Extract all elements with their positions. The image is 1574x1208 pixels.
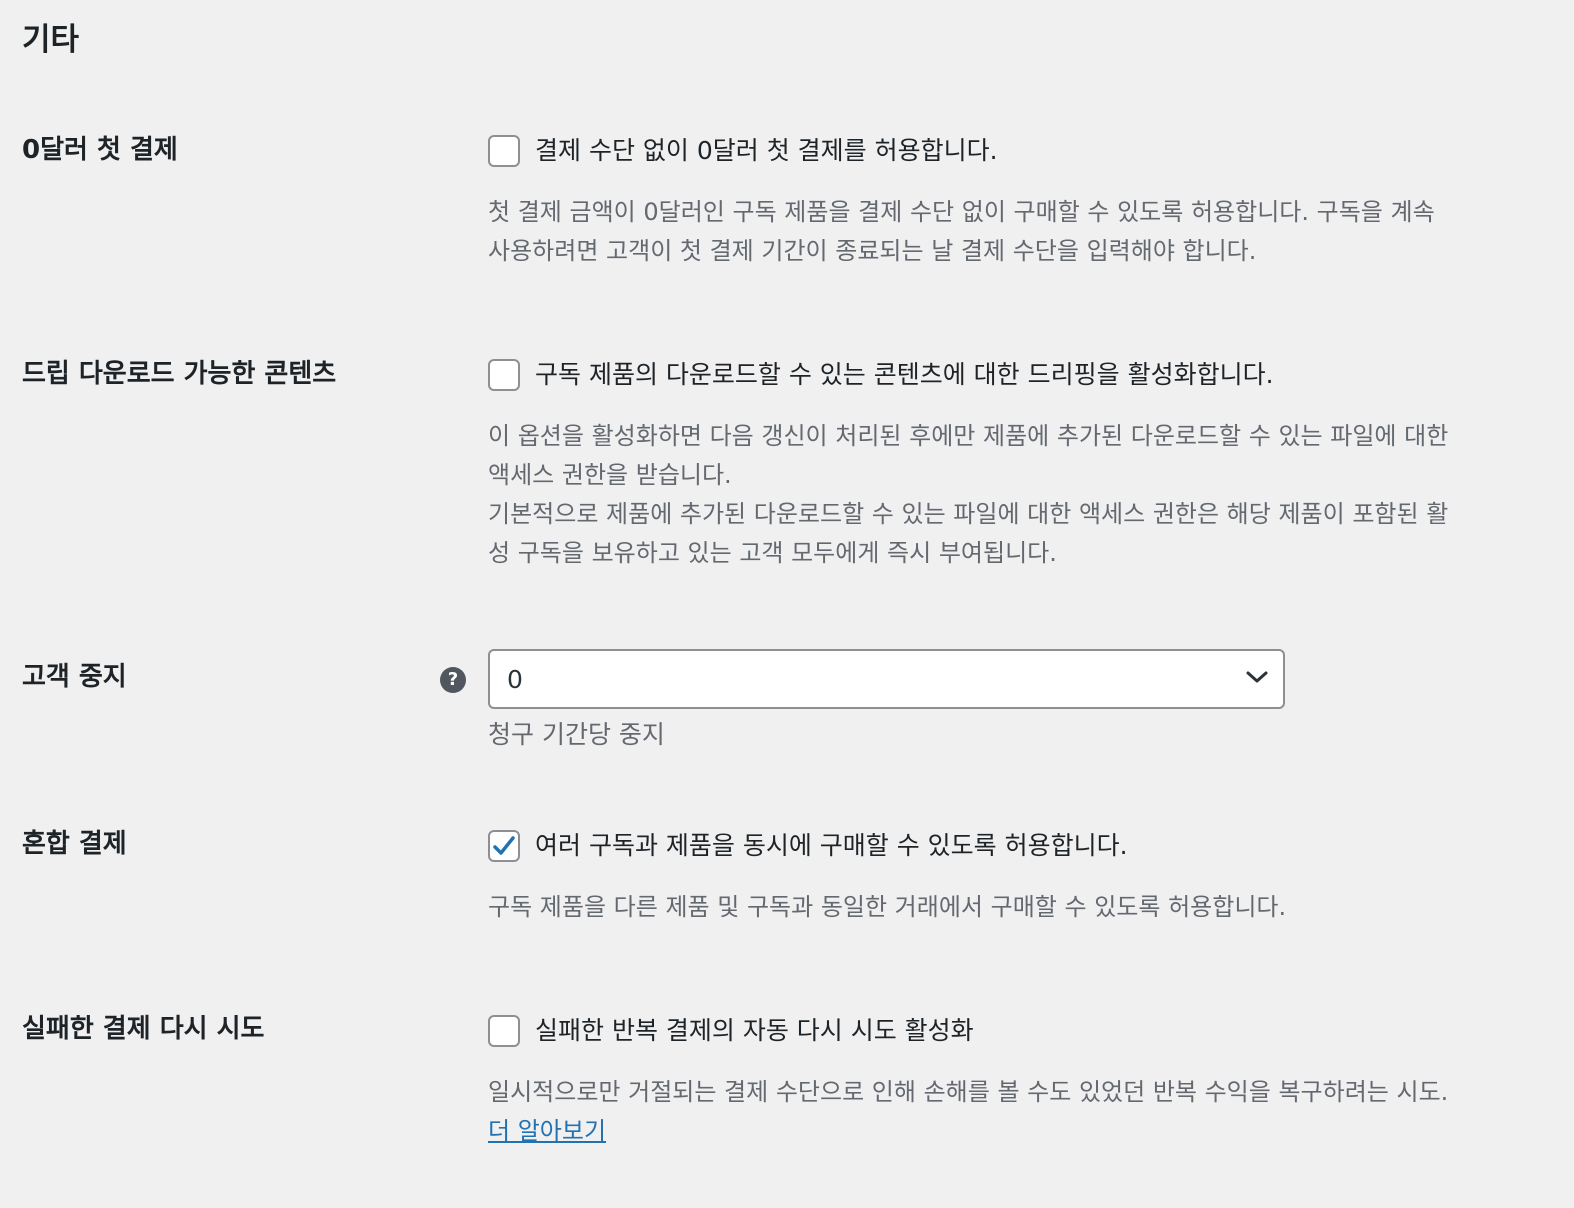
checkmark-icon: [493, 836, 515, 855]
drip-label: 드립 다운로드 가능한 콘텐츠: [22, 359, 337, 389]
zero-initial-field: 결제 수단 없이 0달러 첫 결제를 허용합니다. 첫 결제 금액이 0달러인 …: [488, 133, 1538, 271]
retry-option[interactable]: 실패한 반복 결제의 자동 다시 시도 활성화: [488, 1013, 1538, 1049]
drip-checkbox-label: 구독 제품의 다운로드할 수 있는 콘텐츠에 대한 드리핑을 활성화합니다.: [535, 360, 1274, 389]
section-title: 기타: [22, 22, 80, 58]
mixed-option[interactable]: 여러 구독과 제품을 동시에 구매할 수 있도록 허용합니다.: [488, 828, 1538, 864]
settings-page: 기타 0달러 첫 결제 결제 수단 없이 0달러 첫 결제를 허용합니다. 첫 …: [0, 0, 1574, 1208]
description-line: 일시적으로만 거절되는 결제 수단으로 인해 손해를 볼 수도 있었던 반복 수…: [488, 1078, 1449, 1106]
zero-initial-option[interactable]: 결제 수단 없이 0달러 첫 결제를 허용합니다.: [488, 133, 1538, 169]
suspension-select-value: 0: [507, 664, 523, 694]
zero-initial-label: 0달러 첫 결제: [22, 135, 178, 165]
retry-description: 일시적으로만 거절되는 결제 수단으로 인해 손해를 볼 수도 있었던 반복 수…: [488, 1073, 1538, 1151]
zero-initial-description: 첫 결제 금액이 0달러인 구독 제품을 결제 수단 없이 구매할 수 있도록 …: [488, 193, 1538, 271]
description-line: 사용하려면 고객이 첫 결제 기간이 종료되는 날 결제 수단을 입력해야 합니…: [488, 237, 1257, 265]
retry-checkbox[interactable]: [488, 1015, 520, 1047]
zero-initial-checkbox-label: 결제 수단 없이 0달러 첫 결제를 허용합니다.: [535, 136, 998, 165]
drip-checkbox[interactable]: [488, 359, 520, 391]
suspension-select[interactable]: 0: [488, 649, 1285, 709]
mixed-field: 여러 구독과 제품을 동시에 구매할 수 있도록 허용합니다. 구독 제품을 다…: [488, 828, 1538, 927]
mixed-description: 구독 제품을 다른 제품 및 구독과 동일한 거래에서 구매할 수 있도록 허용…: [488, 888, 1538, 927]
help-icon[interactable]: ?: [440, 667, 466, 693]
chevron-down-icon: [1246, 671, 1268, 683]
description-line: 액세스 권한을 받습니다.: [488, 461, 732, 489]
mixed-label: 혼합 결제: [22, 829, 127, 859]
description-line: 성 구독을 보유하고 있는 고객 모두에게 즉시 부여됩니다.: [488, 539, 1057, 567]
drip-description: 이 옵션을 활성화하면 다음 갱신이 처리된 후에만 제품에 추가된 다운로드할…: [488, 417, 1538, 573]
learn-more-link[interactable]: 더 알아보기: [488, 1117, 606, 1145]
description-line: 기본적으로 제품에 추가된 다운로드할 수 있는 파일에 대한 액세스 권한은 …: [488, 500, 1449, 528]
description-line: 첫 결제 금액이 0달러인 구독 제품을 결제 수단 없이 구매할 수 있도록 …: [488, 198, 1435, 226]
drip-field: 구독 제품의 다운로드할 수 있는 콘텐츠에 대한 드리핑을 활성화합니다. 이…: [488, 357, 1538, 573]
suspension-label: 고객 중지: [22, 662, 127, 692]
retry-label: 실패한 결제 다시 시도: [22, 1014, 265, 1044]
suspension-description: 청구 기간당 중지: [488, 720, 665, 749]
description-line: 구독 제품을 다른 제품 및 구독과 동일한 거래에서 구매할 수 있도록 허용…: [488, 893, 1287, 921]
retry-field: 실패한 반복 결제의 자동 다시 시도 활성화 일시적으로만 거절되는 결제 수…: [488, 1013, 1538, 1151]
retry-checkbox-label: 실패한 반복 결제의 자동 다시 시도 활성화: [535, 1016, 974, 1045]
mixed-checkbox[interactable]: [488, 830, 520, 862]
zero-initial-checkbox[interactable]: [488, 135, 520, 167]
description-line: 이 옵션을 활성화하면 다음 갱신이 처리된 후에만 제품에 추가된 다운로드할…: [488, 422, 1449, 450]
mixed-checkbox-label: 여러 구독과 제품을 동시에 구매할 수 있도록 허용합니다.: [535, 831, 1128, 860]
drip-option[interactable]: 구독 제품의 다운로드할 수 있는 콘텐츠에 대한 드리핑을 활성화합니다.: [488, 357, 1538, 393]
